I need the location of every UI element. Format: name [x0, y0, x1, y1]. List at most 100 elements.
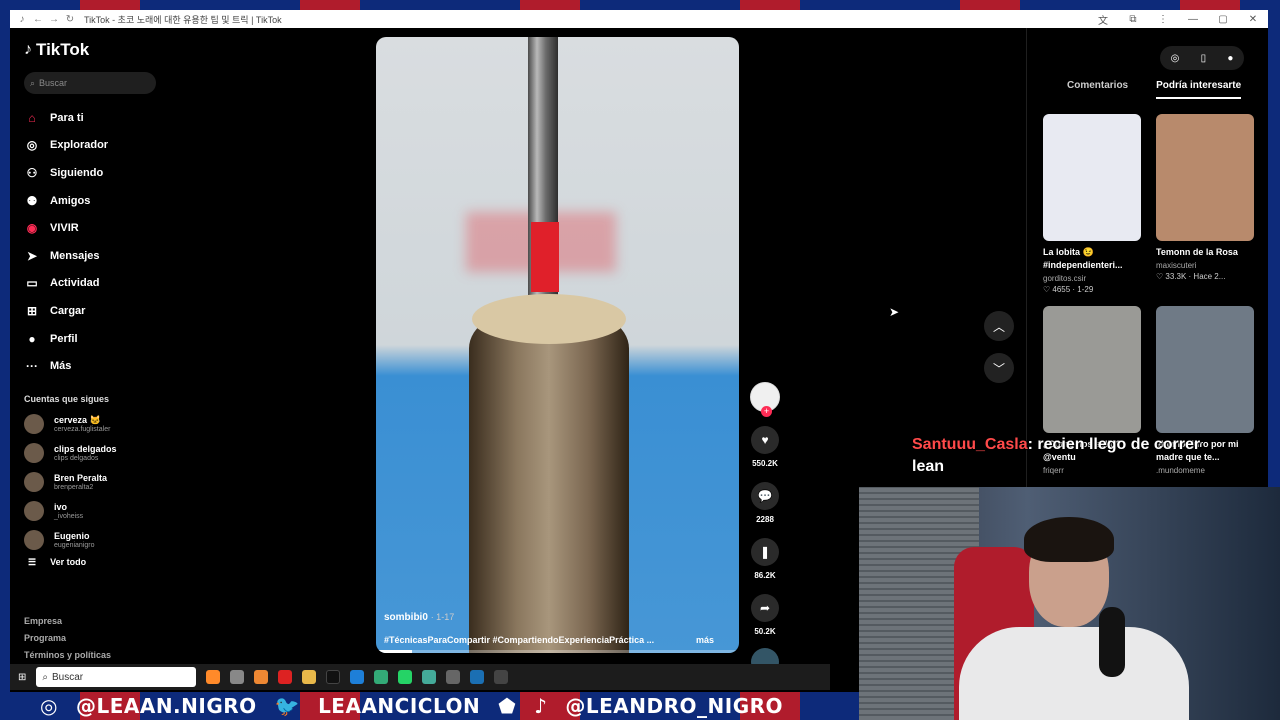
- video-author[interactable]: sombibi0 · 1-17: [384, 612, 454, 623]
- nav-item-explorador[interactable]: ◎ Explorador: [24, 132, 170, 160]
- maximize-button[interactable]: ▢: [1208, 14, 1238, 25]
- avatar: [24, 530, 44, 551]
- video-date: · 1-17: [430, 612, 455, 622]
- panel-tabs: Comentarios Podría interesarte: [1067, 80, 1242, 99]
- extensions-icon[interactable]: ⧉: [1118, 14, 1148, 25]
- following-item[interactable]: ivo _ivoheiss: [24, 497, 170, 526]
- tiktok-handle: @LEANDRO_NIGRO: [565, 694, 784, 718]
- chat-username: Santuuu_Casla: [912, 436, 1028, 453]
- instagram-handle: @LEAAN.NIGRO: [75, 694, 257, 718]
- chevron-down-icon[interactable]: ﹀: [984, 353, 1014, 383]
- task-view-icon[interactable]: [230, 670, 245, 684]
- footer-link-programa[interactable]: Programa: [24, 630, 111, 647]
- share-icon: ➦: [751, 594, 779, 622]
- following-icon: ⚇: [26, 165, 38, 180]
- friends-icon: ⚉: [26, 193, 38, 208]
- title-bar: ♪ ← → ↻ TikTok - 초코 노래에 대한 유용한 팁 및 트릭 | …: [10, 10, 1268, 28]
- more-icon: ···: [26, 359, 38, 374]
- sidebar: ♪ TikTok ⌕ Buscar ⌂ Para ti ◎ Explorador ⚇…: [10, 28, 170, 692]
- back-icon[interactable]: ←: [30, 14, 46, 25]
- more-link[interactable]: más: [696, 635, 714, 645]
- minimize-button[interactable]: —: [1178, 14, 1208, 25]
- following-item[interactable]: Eugenio eugenianigro: [24, 526, 170, 555]
- video-frame-detail: [531, 222, 559, 292]
- search-input[interactable]: ⌕ Buscar: [24, 72, 156, 94]
- tab-title: TikTok - 초코 노래에 대한 유용한 팁 및 트릭 | TikTok: [84, 14, 282, 25]
- menu-icon[interactable]: ⋮: [1148, 14, 1178, 25]
- folder-icon[interactable]: [302, 670, 317, 684]
- app-icon[interactable]: [494, 670, 509, 684]
- close-button[interactable]: ✕: [1238, 14, 1268, 25]
- nav-item-mas[interactable]: ··· Más: [24, 352, 170, 380]
- device-icon[interactable]: ▯: [1201, 53, 1207, 64]
- nav-item-siguiendo[interactable]: ⚇ Siguiendo: [24, 159, 170, 187]
- footer-link-empresa[interactable]: Empresa: [24, 613, 111, 630]
- club-badge-icon: ⬟: [498, 694, 517, 718]
- compass-icon[interactable]: ◎: [1171, 53, 1180, 64]
- app-icon[interactable]: [206, 670, 221, 684]
- video-description: #TécnicasParaCompartir #CompartiendoExpe…: [384, 635, 714, 645]
- steam-icon[interactable]: [470, 670, 485, 684]
- chat-message: lean: [912, 458, 945, 475]
- suggested-card[interactable]: La lobita 😉 #independienteri... gorditos…: [1043, 114, 1141, 294]
- nav-item-vivir[interactable]: ◉ VIVIR: [24, 214, 170, 242]
- nav-item-para-ti[interactable]: ⌂ Para ti: [24, 104, 170, 132]
- forward-icon[interactable]: →: [46, 14, 62, 25]
- video-progress-fill: [376, 650, 413, 653]
- follow-plus-icon[interactable]: +: [761, 406, 772, 417]
- share-button[interactable]: ➦ 50.2K: [751, 594, 779, 636]
- taskbar-search[interactable]: ⌕ Buscar: [36, 667, 197, 687]
- nav-item-cargar[interactable]: ⊞ Cargar: [24, 297, 170, 325]
- tab-podria-interesarte[interactable]: Podría interesarte: [1156, 80, 1242, 99]
- social-banner: ◎ @LEAAN.NIGRO 🐦 LEAANCICLON ⬟ ♪ @LEANDR…: [0, 692, 859, 720]
- following-item[interactable]: Bren Peralta brenperalta2: [24, 468, 170, 497]
- video-player[interactable]: sombibi0 · 1-17 #TécnicasParaCompartir #…: [376, 37, 739, 653]
- footer-link-terminos[interactable]: Términos y políticas: [24, 647, 111, 664]
- list-icon: ☰: [28, 556, 37, 567]
- nav-item-amigos[interactable]: ⚉ Amigos: [24, 187, 170, 215]
- chrome-icon[interactable]: [422, 670, 437, 684]
- tiktok-icon: ♪: [534, 694, 548, 718]
- twitter-icon: 🐦: [274, 694, 301, 718]
- chevron-up-icon[interactable]: ︿: [984, 311, 1014, 341]
- tiktok-logo[interactable]: ♪ TikTok: [24, 40, 170, 60]
- whatsapp-icon[interactable]: [398, 670, 413, 684]
- tiktok-logo-icon: ♪: [24, 41, 32, 58]
- feed-nav: ︿ ﹀: [984, 311, 1014, 383]
- see-all-button[interactable]: ☰ Ver todo: [24, 557, 170, 568]
- avatar[interactable]: ●: [1227, 53, 1233, 64]
- heart-icon: ♥: [751, 426, 779, 454]
- app-icon[interactable]: [254, 670, 269, 684]
- save-button[interactable]: ❚ 86.2K: [751, 538, 779, 580]
- nav-item-mensajes[interactable]: ➤ Mensajes: [24, 242, 170, 270]
- opera-icon[interactable]: [278, 670, 293, 684]
- bookmark-icon: ❚: [751, 538, 779, 566]
- chrome-icon[interactable]: [374, 670, 389, 684]
- tab-comentarios[interactable]: Comentarios: [1067, 80, 1128, 99]
- creator-avatar[interactable]: +: [750, 382, 780, 417]
- suggested-card[interactable]: Temonn de la Rosa maxiscuteri ♡ 33.3K · …: [1156, 114, 1254, 294]
- video-progress-bar[interactable]: [376, 650, 739, 653]
- windows-taskbar: ⊞ ⌕ Buscar: [10, 664, 830, 690]
- reload-icon[interactable]: ↻: [62, 14, 78, 25]
- following-item[interactable]: clips delgados clips delgados: [24, 439, 170, 468]
- windows-start-icon[interactable]: ⊞: [18, 672, 26, 683]
- card-thumbnail: [1043, 114, 1141, 241]
- video-actions: + ♥ 550.2K 💬 2288 ❚ 86.2K ➦ 50.2K: [748, 382, 782, 676]
- tiktok-icon[interactable]: [326, 670, 341, 684]
- search-icon: ⌕: [42, 671, 48, 683]
- following-list: cerveza 🐱 cerveza.fuglistaler clips delga…: [24, 410, 170, 555]
- nav-item-perfil[interactable]: ● Perfil: [24, 325, 170, 353]
- translate-icon[interactable]: 文: [1088, 12, 1118, 27]
- like-button[interactable]: ♥ 550.2K: [751, 426, 779, 468]
- webcam-detail: [1024, 517, 1114, 562]
- following-item[interactable]: cerveza 🐱 cerveza.fuglistaler: [24, 410, 170, 439]
- chat-message: : recien llego de correr: [1027, 436, 1201, 453]
- nav-item-actividad[interactable]: ▭ Actividad: [24, 270, 170, 298]
- avatar: [24, 414, 44, 435]
- edge-icon[interactable]: [350, 670, 365, 684]
- obs-icon[interactable]: [446, 670, 461, 684]
- main-nav: ⌂ Para ti ◎ Explorador ⚇ Siguiendo ⚉ Amigos …: [24, 104, 170, 380]
- share-count: 50.2K: [754, 627, 776, 636]
- comment-button[interactable]: 💬 2288: [751, 482, 779, 524]
